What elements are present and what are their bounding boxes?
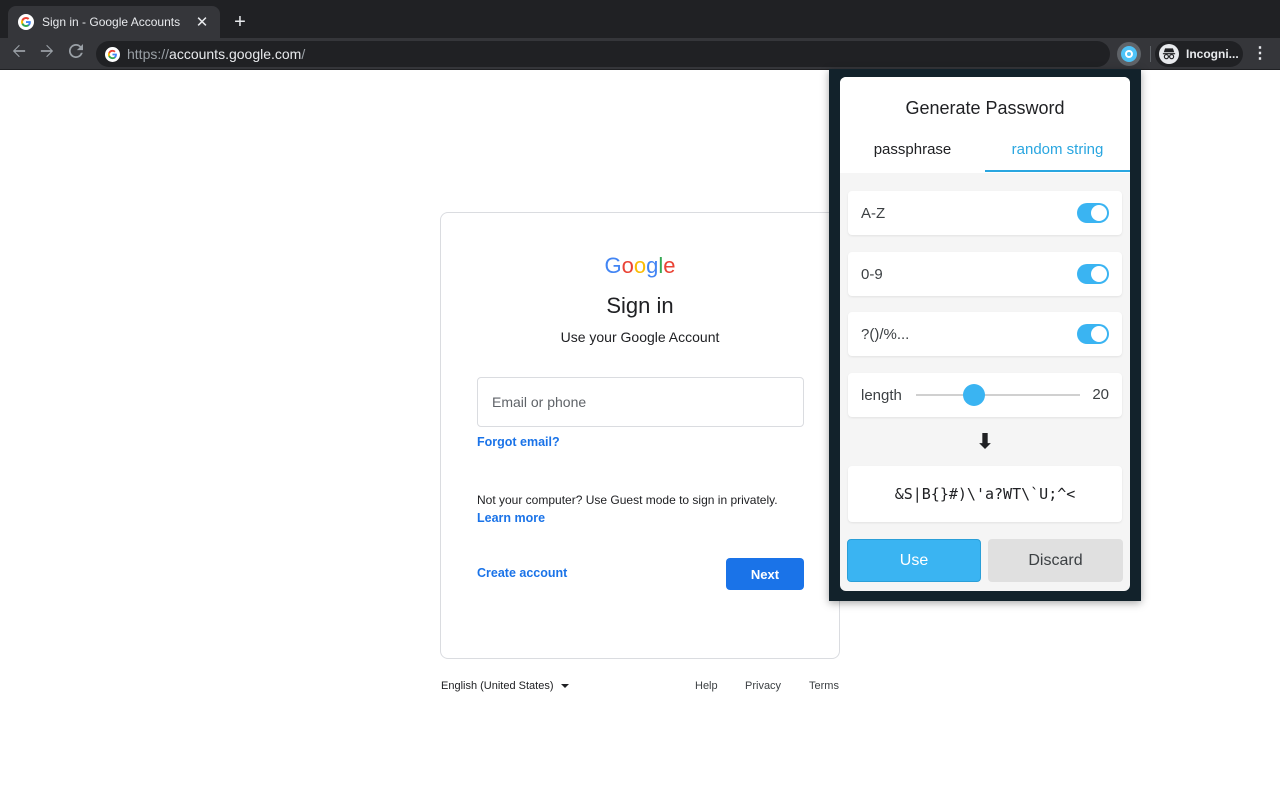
google-logo: Google: [441, 253, 839, 279]
tab-random-string[interactable]: random string: [985, 141, 1130, 158]
caret-down-icon: [561, 684, 569, 688]
use-button[interactable]: Use: [847, 539, 981, 582]
generated-password: &S|B{}#)\'a?WT\`U;^<: [848, 466, 1122, 522]
tab-strip: Sign in - Google Accounts ✕ +: [0, 0, 1280, 38]
browser-menu-icon[interactable]: ⋮: [1252, 44, 1268, 64]
option-digits: 0-9: [848, 252, 1122, 296]
back-arrow-icon[interactable]: [9, 44, 29, 64]
tab-close-icon[interactable]: ✕: [194, 13, 210, 31]
url-host: accounts.google.com: [169, 46, 301, 62]
incognito-icon: [1159, 44, 1179, 64]
active-tab-indicator: [985, 170, 1130, 172]
url-text: https://accounts.google.com/: [127, 46, 305, 62]
option-uppercase: A-Z: [848, 191, 1122, 235]
logo-letter: e: [663, 253, 675, 278]
option-length: length 20: [848, 373, 1122, 417]
email-field[interactable]: [477, 377, 804, 427]
privacy-link[interactable]: Privacy: [745, 680, 781, 692]
page-subtitle: Use your Google Account: [441, 329, 839, 345]
tab-passphrase[interactable]: passphrase: [840, 141, 985, 158]
arrow-down-icon: ⬇: [840, 429, 1130, 454]
length-slider-thumb[interactable]: [963, 384, 985, 406]
browser-tab[interactable]: Sign in - Google Accounts ✕: [8, 6, 220, 38]
terms-link[interactable]: Terms: [809, 680, 839, 692]
forgot-email-link[interactable]: Forgot email?: [477, 435, 560, 449]
google-favicon-icon: [105, 47, 120, 62]
help-link[interactable]: Help: [695, 680, 718, 692]
logo-letter: G: [604, 253, 621, 278]
logo-letter: o: [634, 253, 646, 278]
toolbar-divider: [1150, 46, 1151, 62]
logo-letter: g: [646, 253, 658, 278]
reload-icon[interactable]: [66, 44, 86, 64]
length-value: 20: [1092, 386, 1109, 403]
password-extension-icon[interactable]: [1117, 42, 1141, 66]
popup-header: Generate Password passphrase random stri…: [840, 77, 1130, 173]
google-favicon-icon: [18, 14, 34, 30]
profile-label: Incogni...: [1186, 47, 1239, 61]
discard-button[interactable]: Discard: [988, 539, 1123, 582]
extension-popup: Generate Password passphrase random stri…: [829, 69, 1141, 601]
signin-card: Google Sign in Use your Google Account F…: [440, 212, 840, 659]
option-label: A-Z: [861, 205, 1077, 222]
option-label: 0-9: [861, 266, 1077, 283]
symbols-toggle[interactable]: [1077, 324, 1109, 344]
language-selector[interactable]: English (United States): [441, 680, 569, 692]
url-scheme: https://: [127, 46, 169, 62]
learn-more-link[interactable]: Learn more: [477, 511, 545, 525]
logo-letter: o: [622, 253, 634, 278]
address-bar[interactable]: https://accounts.google.com/: [96, 41, 1110, 67]
digits-toggle[interactable]: [1077, 264, 1109, 284]
generate-password-panel: Generate Password passphrase random stri…: [840, 77, 1130, 591]
new-tab-button[interactable]: +: [229, 11, 251, 33]
page-title: Sign in: [441, 293, 839, 319]
url-path: /: [301, 46, 305, 62]
option-symbols: ?()/%...: [848, 312, 1122, 356]
popup-title: Generate Password: [840, 98, 1130, 119]
language-label: English (United States): [441, 680, 554, 692]
option-label: ?()/%...: [861, 326, 1077, 343]
tab-title: Sign in - Google Accounts: [42, 15, 194, 29]
uppercase-toggle[interactable]: [1077, 203, 1109, 223]
create-account-link[interactable]: Create account: [477, 566, 567, 580]
forward-arrow-icon[interactable]: [37, 44, 57, 64]
browser-toolbar: https://accounts.google.com/ Incogni... …: [0, 38, 1280, 70]
guest-mode-text: Not your computer? Use Guest mode to sig…: [477, 493, 807, 507]
next-button[interactable]: Next: [726, 558, 804, 590]
length-slider-track[interactable]: [916, 394, 1080, 396]
incognito-profile-button[interactable]: Incogni...: [1155, 41, 1243, 67]
